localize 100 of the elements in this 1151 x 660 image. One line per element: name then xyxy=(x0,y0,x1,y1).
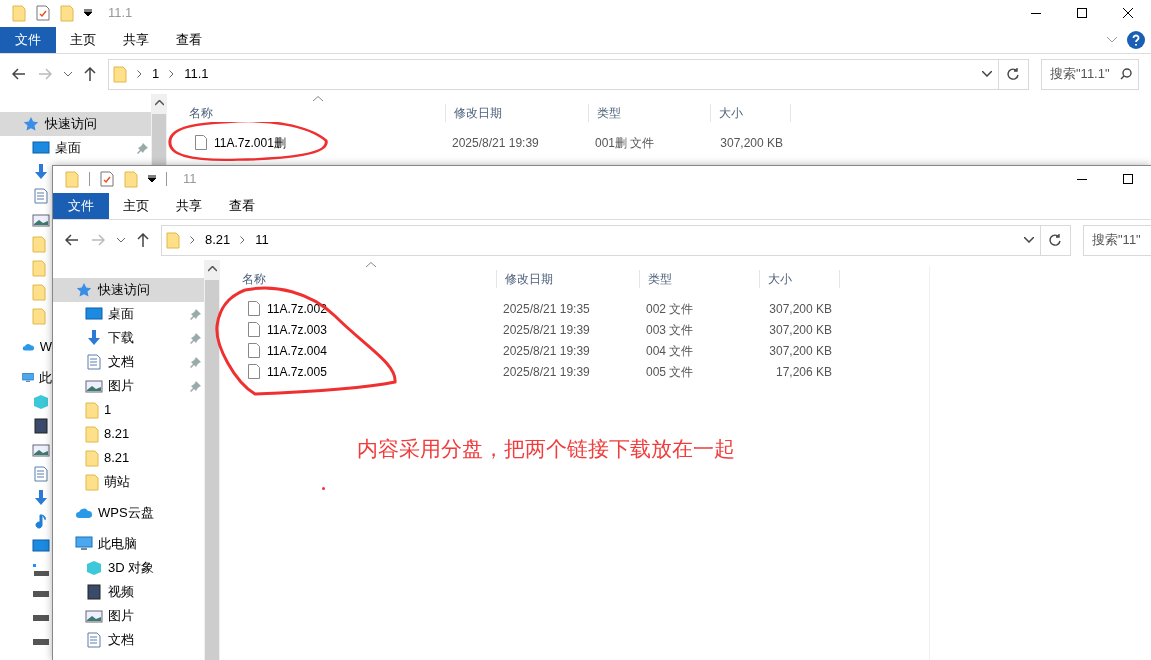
film-icon xyxy=(32,418,50,434)
column-header[interactable]: 名称 xyxy=(234,270,497,288)
monitor-icon xyxy=(32,140,50,156)
monitor-icon xyxy=(85,306,103,322)
new-folder-icon xyxy=(60,4,74,22)
folder-icon xyxy=(32,235,46,253)
file-type: 005 文件 xyxy=(646,364,694,379)
address-dropdown-icon[interactable] xyxy=(1024,237,1034,243)
scrollbar-thumb[interactable] xyxy=(205,280,219,660)
sidebar-item[interactable]: 8.21 xyxy=(53,422,204,446)
dropdown-icon[interactable] xyxy=(84,9,92,17)
breadcrumb-item[interactable]: 8.21 xyxy=(205,230,231,250)
folder-icon xyxy=(32,283,46,301)
file-name[interactable]: 11A.7z.002 xyxy=(267,299,327,318)
sidebar-item[interactable]: 萌站 xyxy=(53,470,204,494)
modified-date: 2025/8/21 19:39 xyxy=(503,343,590,358)
sidebar-item[interactable]: 8.21 xyxy=(53,446,204,470)
up-arrow-icon[interactable] xyxy=(137,233,149,247)
ribbon-tab[interactable]: 查看 xyxy=(215,192,268,219)
folder-icon xyxy=(85,449,99,467)
sidebar-item[interactable]: 此 xyxy=(0,366,52,390)
recent-dropdown-icon[interactable] xyxy=(64,71,72,77)
sidebar-item[interactable]: 3D 对象 xyxy=(53,556,204,580)
back-arrow-icon[interactable] xyxy=(65,234,79,246)
expand-ribbon-icon[interactable] xyxy=(1107,36,1117,43)
close-icon[interactable] xyxy=(1122,7,1134,19)
ribbon-tab[interactable]: 共享 xyxy=(162,192,215,219)
column-header[interactable]: 修改日期 xyxy=(446,104,589,122)
file-name[interactable]: 11A.7z.005 xyxy=(267,362,327,381)
ribbon-tab[interactable]: 共享 xyxy=(109,26,162,53)
scroll-up-icon[interactable] xyxy=(207,266,217,272)
file-menu-button[interactable]: 文件 xyxy=(0,26,56,53)
sidebar-item[interactable]: 1 xyxy=(53,398,204,422)
folder-icon xyxy=(65,170,79,188)
breadcrumb-chevron-icon xyxy=(137,70,142,78)
pin-icon xyxy=(190,356,201,368)
refresh-icon xyxy=(1049,233,1062,247)
column-header[interactable]: 名称 xyxy=(181,104,446,122)
properties-icon[interactable] xyxy=(100,171,114,187)
sidebar-item[interactable]: 视频 xyxy=(53,580,204,604)
drive-icon xyxy=(32,639,50,645)
search-field[interactable]: 搜索"11" xyxy=(1083,224,1151,256)
document-icon xyxy=(85,354,103,370)
address-bar[interactable]: 8.21 11 xyxy=(161,224,1041,256)
file-type: 004 文件 xyxy=(646,343,694,358)
sidebar-item[interactable]: 桌面 xyxy=(0,136,151,160)
column-header[interactable]: 类型 xyxy=(640,270,760,288)
file-name[interactable]: 11A.7z.003 xyxy=(267,320,327,339)
sidebar-item[interactable]: 文档 xyxy=(53,628,204,652)
address-dropdown-icon[interactable] xyxy=(982,71,992,77)
column-header[interactable]: 大小 xyxy=(760,270,840,288)
scroll-up-icon[interactable] xyxy=(154,100,164,106)
sidebar-item[interactable]: 桌面 xyxy=(53,302,204,326)
ribbon-tab[interactable]: 主页 xyxy=(109,192,162,219)
refresh-button[interactable] xyxy=(1041,224,1071,256)
column-header[interactable]: 修改日期 xyxy=(497,270,640,288)
sidebar-item[interactable]: W xyxy=(0,335,52,359)
sidebar-item[interactable]: WPS云盘 xyxy=(53,501,204,525)
film-icon xyxy=(85,584,103,600)
folder-icon xyxy=(32,307,46,325)
search-icon xyxy=(1120,68,1132,80)
file-size: 307,200 KB xyxy=(769,322,832,337)
sidebar-item[interactable]: 下载 xyxy=(53,326,204,350)
refresh-icon xyxy=(1007,67,1020,81)
sidebar-item[interactable]: 文档 xyxy=(53,350,204,374)
scrollbar[interactable] xyxy=(204,260,220,660)
address-bar[interactable]: 1 11.1 xyxy=(108,58,999,90)
up-arrow-icon[interactable] xyxy=(84,67,96,81)
breadcrumb-item[interactable]: 11.1 xyxy=(184,64,209,84)
help-icon[interactable] xyxy=(1127,30,1145,49)
breadcrumb-item[interactable]: 11 xyxy=(255,230,269,250)
folder-icon xyxy=(32,259,46,277)
sidebar-item[interactable]: 快速访问 xyxy=(53,278,204,302)
back-arrow-icon[interactable] xyxy=(12,68,26,80)
sidebar-item[interactable]: 图片 xyxy=(53,604,204,628)
ribbon-tab[interactable]: 查看 xyxy=(162,26,215,53)
folder-icon xyxy=(85,473,99,491)
sidebar-item[interactable]: 图片 xyxy=(53,374,204,398)
dropdown-icon[interactable] xyxy=(148,175,156,183)
down-arrow-icon xyxy=(32,164,50,180)
column-header[interactable]: 大小 xyxy=(711,104,791,122)
folder-icon xyxy=(12,4,26,22)
modified-date: 2025/8/21 19:39 xyxy=(503,364,590,379)
file-size: 307,200 KB xyxy=(720,135,783,150)
refresh-button[interactable] xyxy=(999,58,1029,90)
column-header[interactable]: 类型 xyxy=(589,104,711,122)
file-name[interactable]: 11A.7z.004 xyxy=(267,341,327,360)
ribbon-tab[interactable]: 主页 xyxy=(56,26,109,53)
file-menu-button[interactable]: 文件 xyxy=(53,192,109,219)
picture-icon xyxy=(85,378,103,394)
drive-icon xyxy=(32,563,50,577)
properties-icon[interactable] xyxy=(36,5,50,21)
sidebar-item[interactable]: 快速访问 xyxy=(0,112,151,136)
search-field[interactable]: 搜索"11.1" xyxy=(1041,58,1139,90)
recent-dropdown-icon[interactable] xyxy=(117,237,125,243)
pin-icon xyxy=(190,380,201,392)
picture-icon xyxy=(32,212,50,228)
sidebar-item[interactable]: 此电脑 xyxy=(53,532,204,556)
folder-icon xyxy=(85,425,99,443)
breadcrumb-item[interactable]: 1 xyxy=(152,64,160,84)
